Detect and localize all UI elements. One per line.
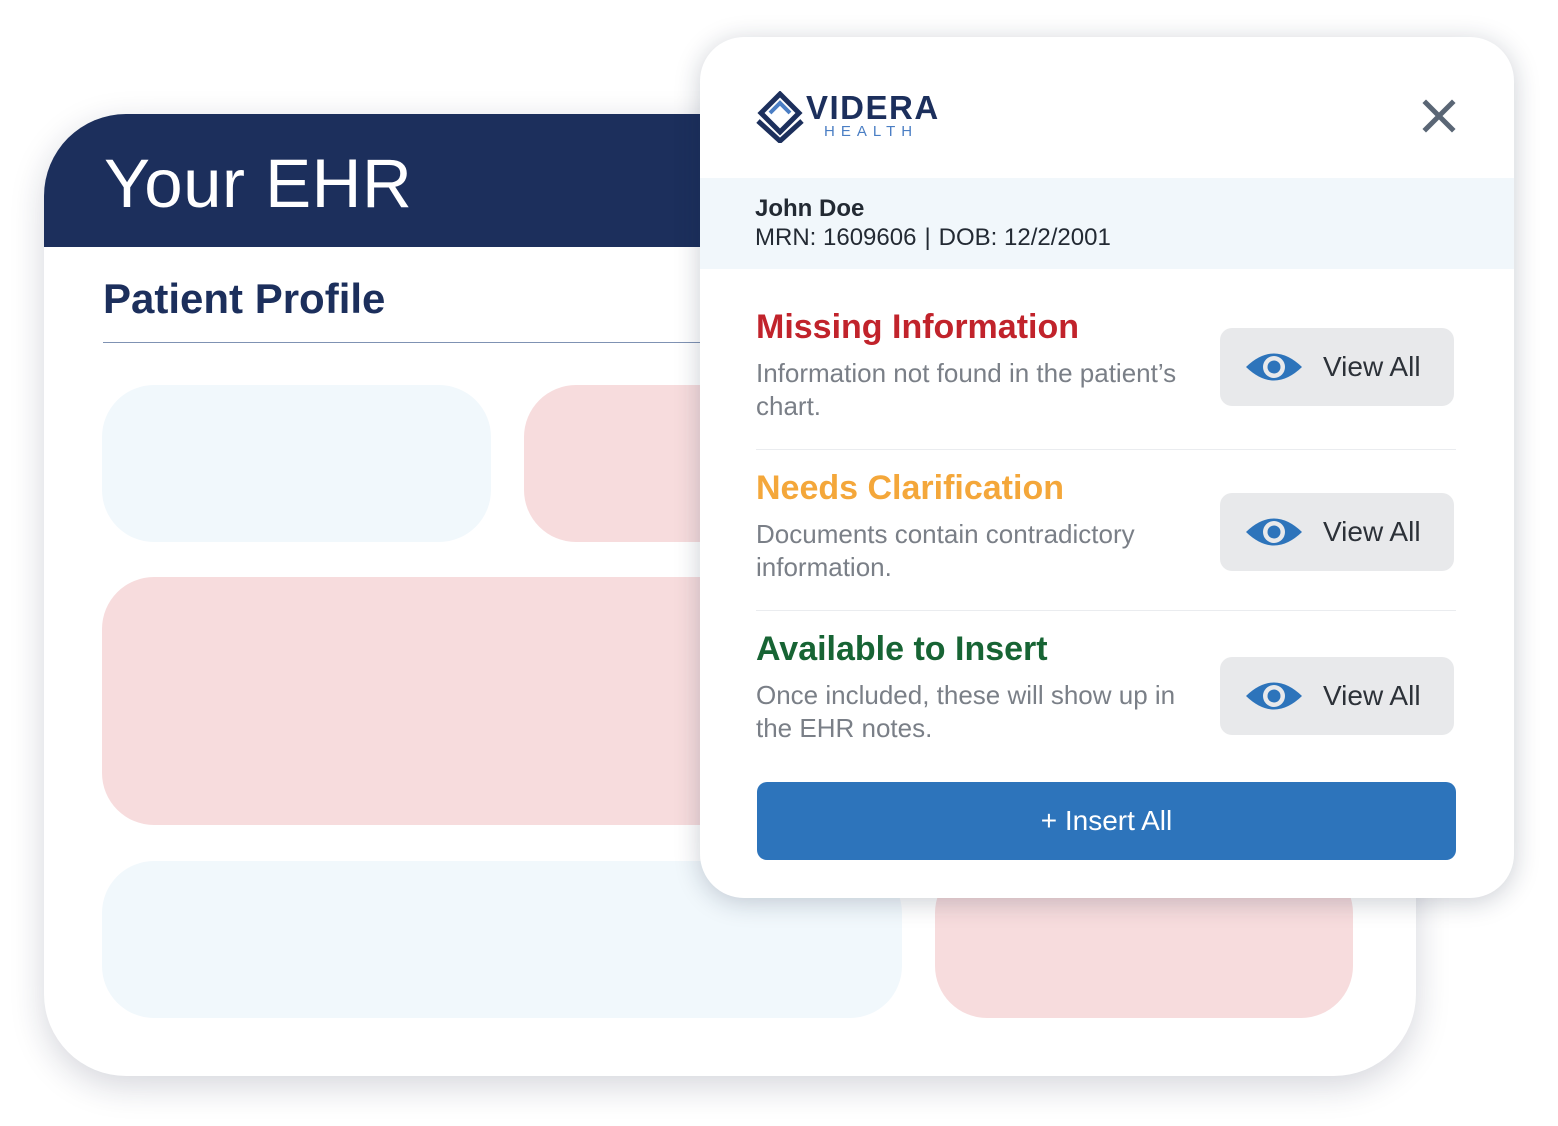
videra-logo-icon [756, 91, 804, 143]
patient-profile-heading: Patient Profile [103, 275, 386, 322]
section-needs-clarification: Needs Clarification Documents contain co… [756, 468, 1456, 608]
ehr-title: Your EHR [104, 145, 413, 222]
videra-popup: VIDERA HEALTH John Doe MRN: 1609606 | DOB:… [700, 37, 1514, 898]
section-title: Missing Information [756, 308, 1079, 346]
close-icon [1422, 99, 1456, 133]
view-all-label: View All [1323, 351, 1421, 382]
view-all-missing-button[interactable]: View All [1220, 328, 1454, 406]
section-title: Available to Insert [756, 630, 1048, 668]
view-all-clarification-button[interactable]: View All [1220, 493, 1454, 571]
section-missing-information: Missing Information Information not foun… [756, 307, 1456, 447]
row-divider [756, 610, 1456, 611]
videra-logo-word: VIDERA [806, 89, 940, 126]
patient-mrn: MRN: 1609606 [755, 224, 917, 251]
placeholder-card [102, 385, 491, 542]
view-all-insert-button[interactable]: View All [1220, 657, 1454, 735]
eye-icon [1246, 682, 1302, 710]
view-all-label: View All [1323, 516, 1421, 547]
eye-icon [1246, 353, 1302, 381]
eye-icon [1246, 518, 1302, 546]
section-title: Needs Clarification [756, 469, 1064, 507]
section-description: Documents contain contradictory informat… [756, 519, 1135, 582]
videra-logo: VIDERA HEALTH [754, 89, 954, 145]
insert-all-button[interactable]: + Insert All [757, 782, 1456, 860]
patient-info-band: John Doe MRN: 1609606 | DOB: 12/2/2001 [700, 178, 1514, 269]
row-divider [756, 449, 1456, 450]
view-all-label: View All [1323, 680, 1421, 711]
section-description: Once included, these will show up in the… [756, 680, 1176, 743]
videra-logo-sub: HEALTH [824, 123, 919, 140]
meta-separator: | [924, 224, 931, 251]
section-description: Information not found in the patient’s c… [756, 358, 1177, 421]
section-available-to-insert: Available to Insert Once included, these… [756, 629, 1456, 769]
patient-dob: DOB: 12/2/2001 [938, 224, 1111, 251]
patient-meta: MRN: 1609606 | DOB: 12/2/2001 [755, 223, 1111, 253]
close-button[interactable] [1418, 95, 1460, 137]
patient-name: John Doe [755, 195, 865, 222]
